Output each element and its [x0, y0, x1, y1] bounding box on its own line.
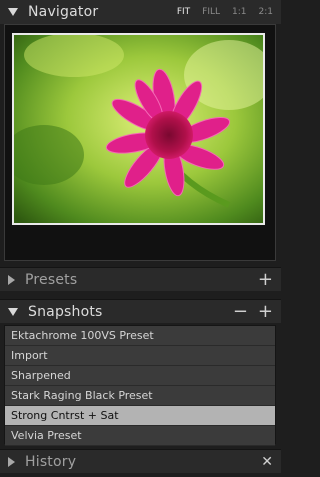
navigator-photo-thumbnail[interactable]	[12, 33, 265, 225]
snapshots-panel-header[interactable]: Snapshots − +	[0, 299, 281, 323]
zoom-2to1-option[interactable]: 2:1	[259, 7, 273, 17]
presets-title: Presets	[25, 271, 78, 288]
snapshots-list: Ektachrome 100VS Preset Import Sharpened…	[4, 325, 276, 446]
minus-icon[interactable]: −	[233, 302, 248, 321]
expand-triangle-icon[interactable]	[8, 456, 15, 467]
presets-panel-header[interactable]: Presets +	[0, 267, 281, 291]
snapshot-item[interactable]: Stark Raging Black Preset	[5, 386, 275, 406]
zoom-1to1-option[interactable]: 1:1	[232, 7, 246, 17]
zoom-options: FIT FILL 1:1 2:1	[177, 7, 273, 17]
expand-triangle-icon[interactable]	[8, 274, 15, 285]
snapshot-item[interactable]: Velvia Preset	[5, 426, 275, 446]
snapshots-title: Snapshots	[28, 303, 103, 320]
zoom-fit-option[interactable]: FIT	[177, 7, 190, 17]
close-icon[interactable]: ✕	[261, 453, 273, 471]
snapshot-item[interactable]: Sharpened	[5, 366, 275, 386]
plus-icon[interactable]: +	[258, 302, 273, 321]
snapshot-item[interactable]: Ektachrome 100VS Preset	[5, 326, 275, 346]
history-title: History	[25, 453, 77, 470]
snapshot-item-selected[interactable]: Strong Cntrst + Sat	[5, 406, 275, 426]
navigator-panel-header[interactable]: Navigator FIT FILL 1:1 2:1	[0, 0, 281, 24]
navigator-title: Navigator	[28, 4, 99, 20]
collapse-triangle-icon[interactable]	[8, 8, 18, 16]
collapse-triangle-icon[interactable]	[8, 307, 18, 316]
history-panel-header[interactable]: History ✕	[0, 449, 281, 473]
flower-photo	[14, 35, 263, 223]
snapshot-item[interactable]: Import	[5, 346, 275, 366]
plus-icon[interactable]: +	[258, 270, 273, 289]
zoom-fill-option[interactable]: FILL	[202, 7, 220, 17]
